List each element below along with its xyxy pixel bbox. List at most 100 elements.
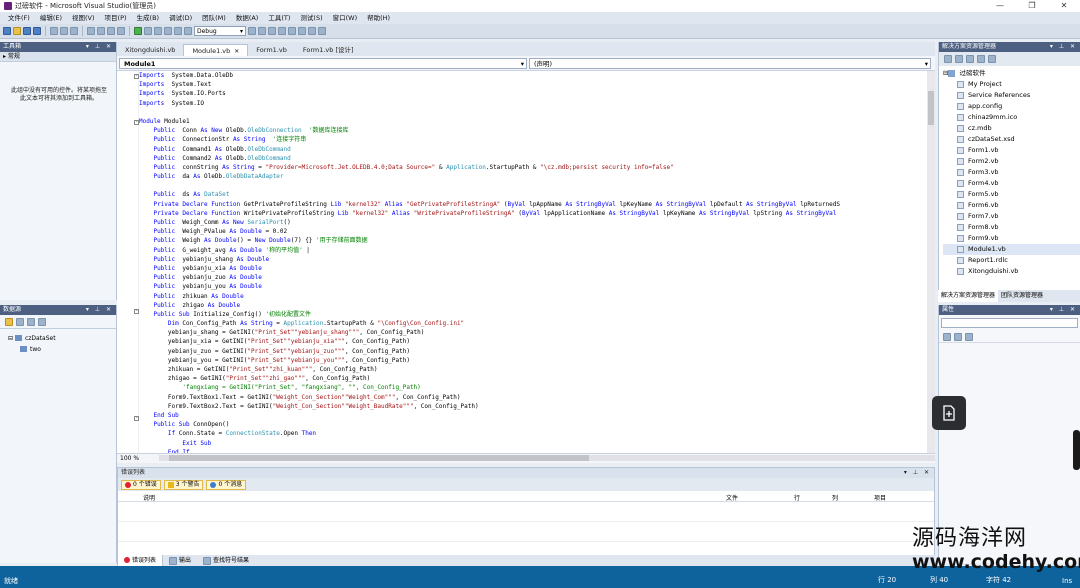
code-line[interactable]	[139, 108, 927, 117]
tree-item[interactable]: ⊟ czDataSet	[8, 333, 116, 344]
menu-team[interactable]: 团队(M)	[197, 12, 231, 24]
code-line[interactable]: Imports System.Text	[139, 80, 927, 89]
solution-item[interactable]: Form8.vb	[943, 222, 1080, 233]
code-line[interactable]: Public Sub Initialize_Config() '初始化配置文件	[139, 310, 927, 319]
categorized-icon[interactable]	[943, 332, 951, 341]
new-project-icon[interactable]	[3, 27, 11, 35]
tab-module1[interactable]: Module1.vb ✕	[183, 44, 249, 56]
paste-icon[interactable]	[70, 27, 78, 35]
toolbox-group[interactable]: ▸ 常规	[0, 52, 116, 62]
cut-icon[interactable]	[50, 27, 58, 35]
code-line[interactable]: Private Declare Function GetPrivateProfi…	[139, 200, 927, 209]
property-pages-icon[interactable]	[965, 332, 973, 341]
solution-item[interactable]: My Project	[943, 79, 1080, 90]
code-line[interactable]: yebianju_you = GetINI("Print_Set""yebian…	[139, 356, 927, 365]
code-line[interactable]: Public Conn As New OleDb.OleDbConnection…	[139, 126, 927, 135]
menu-file[interactable]: 文件(F)	[3, 12, 35, 24]
copy-icon[interactable]	[60, 27, 68, 35]
save-all-icon[interactable]	[33, 27, 41, 35]
close-tab-icon[interactable]: ✕	[234, 48, 239, 55]
menu-build[interactable]: 生成(B)	[132, 12, 165, 24]
code-text[interactable]: Imports System.Data.OleDb Imports System.…	[139, 71, 927, 453]
pause-icon[interactable]	[144, 27, 152, 35]
menu-tools[interactable]: 工具(T)	[263, 12, 295, 24]
col-column[interactable]: 列	[832, 493, 838, 502]
tab-form1-design[interactable]: Form1.vb [设计]	[295, 44, 362, 56]
code-line[interactable]: Public connString As String = "Provider=…	[139, 163, 927, 172]
panel-pin-close-icon[interactable]: ▾ ⊥ ✕	[904, 468, 934, 478]
solution-item[interactable]: Form7.vb	[943, 211, 1080, 222]
solution-item[interactable]: Report1.rdlc	[943, 255, 1080, 266]
command-window-icon[interactable]	[318, 27, 326, 35]
panel-pin-close-icon[interactable]: ▾ ⊥ ✕	[86, 305, 116, 315]
find-icon[interactable]	[248, 27, 256, 35]
code-line[interactable]: Imports System.Data.OleDb	[139, 71, 927, 80]
code-line[interactable]: Public Weigh_Comm As New SerialPort()	[139, 218, 927, 227]
refresh-icon[interactable]	[38, 317, 46, 326]
step-into-icon[interactable]	[164, 27, 172, 35]
code-line[interactable]: Public G_weight_avg As Double '称的平均值' |	[139, 246, 927, 255]
screen-edge-scrollbar[interactable]	[1073, 430, 1080, 470]
start-debug-icon[interactable]	[134, 27, 142, 35]
open-file-icon[interactable]	[13, 27, 21, 35]
col-line[interactable]: 行	[794, 493, 800, 502]
tree-item[interactable]: two	[8, 344, 116, 355]
solution-item[interactable]: Form6.vb	[943, 200, 1080, 211]
code-line[interactable]: Public zhigao As Double	[139, 301, 927, 310]
edit-dataset-icon[interactable]	[16, 317, 24, 326]
code-line[interactable]: Public Sub ConnOpen()	[139, 420, 927, 429]
solution-item[interactable]: Xitongduishi.vb	[943, 266, 1080, 277]
solution-item[interactable]: czDataSet.xsd	[943, 134, 1080, 145]
panel-pin-close-icon[interactable]: ▾ ⊥ ✕	[86, 42, 116, 52]
code-line[interactable]: yebianju_zuo = GetINI("Print_Set""yebian…	[139, 347, 927, 356]
code-line[interactable]: Public ConnectionStr As String '连接字符串	[139, 135, 927, 144]
col-description[interactable]: 说明	[143, 493, 155, 502]
view-designer-icon[interactable]	[988, 55, 996, 63]
code-line[interactable]: Public yebianju_you As Double	[139, 282, 927, 291]
code-line[interactable]: Exit Sub	[139, 439, 927, 448]
alphabetical-icon[interactable]	[954, 332, 962, 341]
solution-item[interactable]: chinaz9mm.ico	[943, 112, 1080, 123]
solution-item[interactable]: Form9.vb	[943, 233, 1080, 244]
object-browser-icon[interactable]	[278, 27, 286, 35]
close-button[interactable]: ✕	[1048, 0, 1080, 12]
toolbox-icon[interactable]	[288, 27, 296, 35]
code-line[interactable]: Public Command1 As OleDb.OleDbCommand	[139, 145, 927, 154]
show-all-files-icon[interactable]	[955, 55, 963, 63]
errors-filter-button[interactable]: 0 个错误	[121, 479, 161, 490]
solution-explorer-icon[interactable]	[258, 27, 266, 35]
scrollbar-thumb[interactable]	[928, 91, 934, 125]
menu-view[interactable]: 视图(V)	[67, 12, 100, 24]
tab-form1[interactable]: Form1.vb	[248, 44, 295, 56]
panel-pin-close-icon[interactable]: ▾ ⊥ ✕	[1050, 305, 1080, 315]
code-line[interactable]	[139, 181, 927, 190]
panel-pin-close-icon[interactable]: ▾ ⊥ ✕	[1050, 42, 1080, 52]
code-line[interactable]: 'fangxiang = GetINI("Print_Set", "fangxi…	[139, 383, 927, 392]
step-out-icon[interactable]	[184, 27, 192, 35]
step-over-icon[interactable]	[174, 27, 182, 35]
properties-icon[interactable]	[268, 27, 276, 35]
code-line[interactable]: Public da As OleDb.OleDbDataAdapter	[139, 172, 927, 181]
code-line[interactable]: zhigao = GetINI("Print_Set""zhi_gao""", …	[139, 374, 927, 383]
code-line[interactable]: yebianju_shang = GetINI("Print_Set""yebi…	[139, 328, 927, 337]
tab-output[interactable]: 输出	[163, 555, 197, 566]
minimize-button[interactable]: —	[984, 0, 1016, 12]
navigate-forward-icon[interactable]	[117, 27, 125, 35]
maximize-button[interactable]: ❐	[1016, 0, 1048, 12]
menu-help[interactable]: 帮助(H)	[362, 12, 395, 24]
code-line[interactable]: If Conn.State = ConnectionState.Open The…	[139, 429, 927, 438]
menu-data[interactable]: 数据(A)	[231, 12, 264, 24]
code-line[interactable]: Public ds As DataSet	[139, 190, 927, 199]
configure-dataset-icon[interactable]	[27, 317, 35, 326]
solution-item[interactable]: cz.mdb	[943, 123, 1080, 134]
code-line[interactable]: Public zhikuan As Double	[139, 292, 927, 301]
solution-item[interactable]: app.config	[943, 101, 1080, 112]
code-line[interactable]: Public yebianju_shang As Double	[139, 255, 927, 264]
tab-team-explorer[interactable]: 团队资源管理器	[998, 290, 1046, 302]
navigate-back-icon[interactable]	[107, 27, 115, 35]
add-data-source-icon[interactable]	[5, 317, 13, 326]
code-line[interactable]: Dim Con_Config_Path As String = Applicat…	[139, 319, 927, 328]
start-page-icon[interactable]	[298, 27, 306, 35]
config-select[interactable]: Debug	[194, 26, 246, 36]
code-line[interactable]: Private Declare Function WritePrivatePro…	[139, 209, 927, 218]
